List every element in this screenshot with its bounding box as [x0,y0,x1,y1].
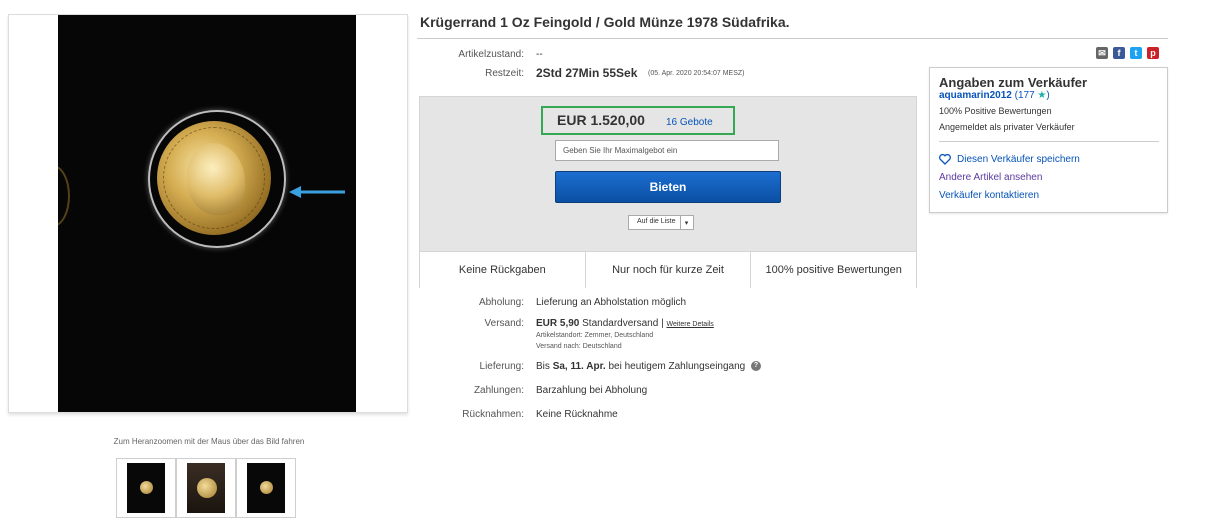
payment-label: Zahlungen: [473,385,524,396]
delivery-suffix: bei heutigem Zahlungseingang [608,361,746,372]
end-time: (05. Apr. 2020 20:54:07 MESZ) [648,70,745,77]
shipping-value: EUR 5,90 Standardversand | Weitere Detai… [536,318,714,329]
bid-box: EUR 1.520,00 16 Gebote Bieten Auf die Li… [419,96,917,288]
feature-limited-time: Nur noch für kurze Zeit [586,252,752,288]
item-location: Artikelstandort: Zemmer, Deutschland [536,332,654,339]
bid-count-link[interactable]: 16 Gebote [666,117,713,128]
seller-account-type: Angemeldet als privater Verkäufer [939,122,1075,132]
thumbnail-2[interactable] [176,458,236,518]
shipping-label: Versand: [484,318,524,329]
condition-label: Artikelzustand: [458,49,524,60]
title-divider [417,38,1168,39]
seller-name-row: aquamarin2012 (177 ★) [939,90,1050,101]
item-title: Krügerrand 1 Oz Feingold / Gold Münze 19… [420,14,790,30]
bid-button[interactable]: Bieten [555,171,781,203]
save-seller-label[interactable]: Diesen Verkäufer speichern [957,154,1080,165]
delivery-value: Bis Sa, 11. Apr. bei heutigem Zahlungsei… [536,361,762,372]
feature-positive-ratings: 100% positive Bewertungen [765,264,902,276]
seller-heading: Angaben zum Verkäufer [939,75,1088,90]
coin-thumbnail-icon [197,478,217,498]
help-icon[interactable]: ? [751,361,762,372]
seller-divider [939,141,1159,142]
seller-score-close: ) [1046,90,1050,101]
delivery-label: Lieferung: [479,361,524,372]
pinterest-icon[interactable]: p [1147,47,1159,59]
coin-thumbnail-icon [140,481,153,494]
zoom-hint: Zum Heranzoomen mit der Maus über das Bi… [113,437,305,446]
seller-score[interactable]: (177 [1015,90,1035,101]
current-price: EUR 1.520,00 [557,112,645,128]
payment-value: Barzahlung bei Abholung [536,385,648,396]
adjacent-coin-edge [58,165,70,227]
feature-no-returns: Keine Rückgaben [420,252,586,288]
seller-feedback: 100% Positive Bewertungen [939,106,1052,116]
shipping-amount: EUR 5,90 [536,318,580,329]
pickup-label: Abholung: [478,297,524,308]
condition-value: -- [536,49,543,60]
time-left-value: 2Std 27Min 55Sek [536,66,638,80]
contact-seller-link[interactable]: Verkäufer kontaktieren [939,190,1039,201]
share-icons: ✉ f t p [1096,47,1159,59]
watchlist-dropdown[interactable]: Auf die Liste ▾ [628,215,694,230]
shipping-method: Standardversand | [582,318,664,329]
thumbnail-1[interactable] [116,458,176,518]
main-image[interactable] [8,14,408,413]
save-seller-link[interactable]: Diesen Verkäufer speichern [939,154,1080,165]
watchlist-label[interactable]: Auf die Liste [629,216,681,229]
delivery-prefix: Bis [536,361,550,372]
ships-to: Versand nach: Deutschland [536,343,622,350]
seller-name-link[interactable]: aquamarin2012 [939,90,1012,101]
heart-icon [939,154,951,165]
thumbnail-3[interactable] [236,458,296,518]
facebook-icon[interactable]: f [1113,47,1125,59]
returns-label: Rücknahmen: [462,409,524,420]
time-left-label: Restzeit: [485,68,524,79]
other-items-link[interactable]: Andere Artikel ansehen [939,172,1042,183]
delivery-date: Sa, 11. Apr. [552,361,606,372]
feature-strip: Keine Rückgaben Nur noch für kurze Zeit … [420,251,916,288]
coin-photo[interactable] [58,15,356,412]
coin-thumbnail-icon [260,481,273,494]
twitter-icon[interactable]: t [1130,47,1142,59]
pickup-value: Lieferung an Abholstation möglich [536,297,687,308]
chevron-down-icon[interactable]: ▾ [681,216,693,229]
seller-info-box: Angaben zum Verkäufer aquamarin2012 (177… [929,67,1168,213]
max-bid-input[interactable] [555,140,779,161]
price-highlight: EUR 1.520,00 16 Gebote [541,106,735,135]
email-icon[interactable]: ✉ [1096,47,1108,59]
returns-value: Keine Rücknahme [536,409,618,420]
shipping-details-link[interactable]: Weitere Details [666,321,713,328]
arrow-annotation-icon [289,186,345,198]
gold-coin [157,121,271,235]
